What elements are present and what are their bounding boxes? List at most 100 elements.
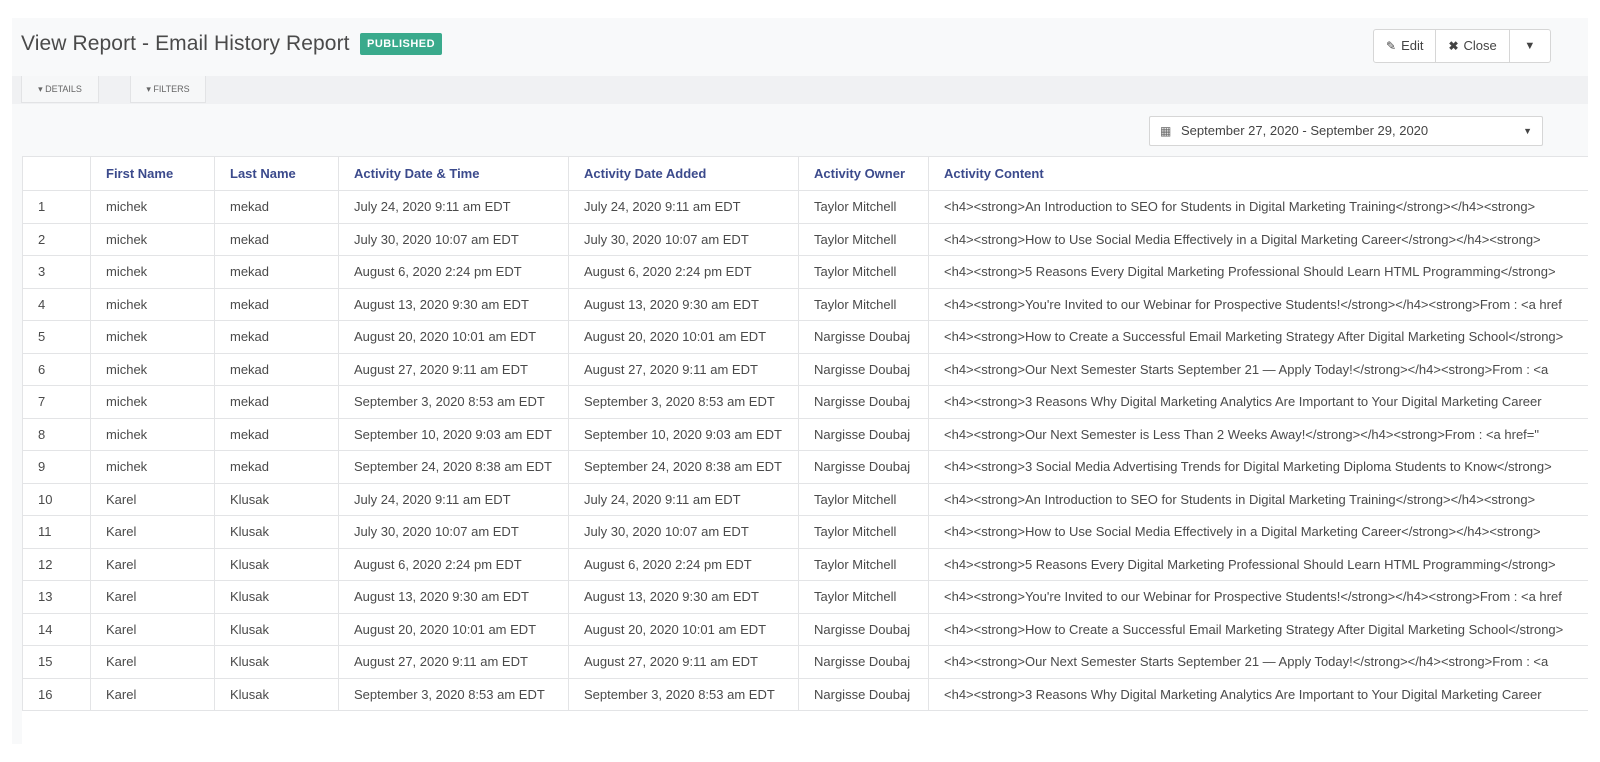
cell-activity-owner: Nargisse Doubaj: [798, 450, 929, 484]
report-panel: View Report - Email History Report PUBLI…: [12, 18, 1588, 744]
cell-last-name: mekad: [214, 320, 339, 354]
cell-activity-content: <h4><strong>Our Next Semester Starts Sep…: [928, 352, 1588, 386]
cell-activity-owner: Taylor Mitchell: [798, 482, 929, 516]
cell-activity-date-added: September 24, 2020 8:38 am EDT: [568, 450, 799, 484]
cell-activity-owner: Taylor Mitchell: [798, 222, 929, 256]
table-row[interactable]: 12 Karel Klusak August 6, 2020 2:24 pm EDT A…: [22, 547, 1588, 581]
cell-last-name: Klusak: [214, 515, 339, 549]
column-header-activity-owner[interactable]: Activity Owner: [798, 156, 929, 191]
column-header-activity-date-time[interactable]: Activity Date & Time: [338, 156, 569, 191]
table-row[interactable]: 1 michek mekad July 24, 2020 9:11 am EDT Jul…: [22, 190, 1588, 224]
cell-activity-content: <h4><strong>An Introduction to SEO for S…: [928, 190, 1588, 224]
cell-activity-date-added: July 24, 2020 9:11 am EDT: [568, 190, 799, 224]
cell-activity-content: <h4><strong>5 Reasons Every Digital Mark…: [928, 547, 1588, 581]
cell-row-number: 7: [22, 385, 91, 419]
cell-activity-owner: Taylor Mitchell: [798, 287, 929, 321]
cell-row-number: 5: [22, 320, 91, 354]
cell-first-name: Karel: [90, 580, 215, 614]
cell-activity-owner: Nargisse Doubaj: [798, 352, 929, 386]
cell-activity-date-added: July 30, 2020 10:07 am EDT: [568, 222, 799, 256]
table-row[interactable]: 15 Karel Klusak August 27, 2020 9:11 am EDT…: [22, 645, 1588, 679]
cell-row-number: 4: [22, 287, 91, 321]
cell-activity-date-time: September 24, 2020 8:38 am EDT: [338, 450, 569, 484]
column-header-activity-date-added[interactable]: Activity Date Added: [568, 156, 799, 191]
cell-first-name: michek: [90, 417, 215, 451]
tab-filters[interactable]: ▾ FILTERS: [130, 76, 206, 103]
cell-last-name: Klusak: [214, 645, 339, 679]
report-content: ▦ September 27, 2020 - September 29, 202…: [12, 104, 1588, 744]
close-button[interactable]: ✖ Close: [1436, 30, 1510, 62]
cell-first-name: Karel: [90, 612, 215, 646]
cell-activity-date-added: August 20, 2020 10:01 am EDT: [568, 612, 799, 646]
column-header-last-name[interactable]: Last Name: [214, 156, 339, 191]
cell-activity-date-added: July 24, 2020 9:11 am EDT: [568, 482, 799, 516]
column-header-activity-content[interactable]: Activity Content: [928, 156, 1588, 191]
table-row[interactable]: 10 Karel Klusak July 24, 2020 9:11 am EDT Ju…: [22, 482, 1588, 516]
cell-last-name: mekad: [214, 417, 339, 451]
edit-button-label: Edit: [1401, 38, 1424, 53]
column-header-row-number: [22, 156, 91, 191]
close-icon: ✖: [1448, 39, 1459, 53]
table-row[interactable]: 13 Karel Klusak August 13, 2020 9:30 am EDT…: [22, 580, 1588, 614]
calendar-icon: ▦: [1160, 124, 1172, 138]
table-row[interactable]: 4 michek mekad August 13, 2020 9:30 am EDT A…: [22, 287, 1588, 321]
cell-activity-date-time: September 10, 2020 9:03 am EDT: [338, 417, 569, 451]
table-row[interactable]: 3 michek mekad August 6, 2020 2:24 pm EDT Au…: [22, 255, 1588, 289]
date-range-picker[interactable]: ▦ September 27, 2020 - September 29, 202…: [1149, 116, 1543, 146]
cell-last-name: Klusak: [214, 482, 339, 516]
cell-first-name: michek: [90, 352, 215, 386]
cell-activity-date-time: August 13, 2020 9:30 am EDT: [338, 287, 569, 321]
table-row[interactable]: 5 michek mekad August 20, 2020 10:01 am EDT…: [22, 320, 1588, 354]
column-header-first-name[interactable]: First Name: [90, 156, 215, 191]
cell-activity-content: <h4><strong>5 Reasons Every Digital Mark…: [928, 255, 1588, 289]
cell-activity-owner: Taylor Mitchell: [798, 190, 929, 224]
cell-row-number: 3: [22, 255, 91, 289]
cell-activity-date-added: August 27, 2020 9:11 am EDT: [568, 645, 799, 679]
cell-activity-owner: Nargisse Doubaj: [798, 677, 929, 711]
cell-activity-content: <h4><strong>How to Use Social Media Effe…: [928, 222, 1588, 256]
cell-activity-content: <h4><strong>An Introduction to SEO for S…: [928, 482, 1588, 516]
table-body: 1 michek mekad July 24, 2020 9:11 am EDT Jul…: [22, 190, 1588, 711]
table-row[interactable]: 11 Karel Klusak July 30, 2020 10:07 am EDT J…: [22, 515, 1588, 549]
cell-activity-date-added: August 13, 2020 9:30 am EDT: [568, 287, 799, 321]
cell-activity-date-time: July 30, 2020 10:07 am EDT: [338, 222, 569, 256]
cell-activity-content: <h4><strong>How to Create a Successful E…: [928, 612, 1588, 646]
edit-icon: ✎: [1386, 39, 1397, 53]
cell-first-name: Karel: [90, 677, 215, 711]
cell-last-name: Klusak: [214, 580, 339, 614]
report-table-container: First Name Last Name Activity Date & Time A…: [22, 156, 1588, 744]
cell-activity-date-time: July 24, 2020 9:11 am EDT: [338, 482, 569, 516]
cell-row-number: 10: [22, 482, 91, 516]
cell-first-name: Karel: [90, 482, 215, 516]
table-row[interactable]: 14 Karel Klusak August 20, 2020 10:01 am ED…: [22, 612, 1588, 646]
cell-activity-date-time: August 27, 2020 9:11 am EDT: [338, 645, 569, 679]
cell-activity-date-time: August 6, 2020 2:24 pm EDT: [338, 255, 569, 289]
more-actions-button[interactable]: ▼: [1510, 30, 1550, 62]
cell-activity-owner: Nargisse Doubaj: [798, 612, 929, 646]
cell-first-name: michek: [90, 222, 215, 256]
table-row[interactable]: 2 michek mekad July 30, 2020 10:07 am EDT Ju…: [22, 222, 1588, 256]
cell-last-name: mekad: [214, 222, 339, 256]
cell-activity-date-time: September 3, 2020 8:53 am EDT: [338, 677, 569, 711]
cell-activity-date-added: August 27, 2020 9:11 am EDT: [568, 352, 799, 386]
cell-activity-content: <h4><strong>You're Invited to our Webina…: [928, 287, 1588, 321]
table-row[interactable]: 7 michek mekad September 3, 2020 8:53 am ED…: [22, 385, 1588, 419]
cell-activity-date-added: September 3, 2020 8:53 am EDT: [568, 677, 799, 711]
table-row[interactable]: 6 michek mekad August 27, 2020 9:11 am EDT A…: [22, 352, 1588, 386]
cell-row-number: 13: [22, 580, 91, 614]
tab-details[interactable]: ▾ DETAILS: [21, 76, 99, 103]
cell-activity-content: <h4><strong>Our Next Semester is Less Th…: [928, 417, 1588, 451]
edit-button[interactable]: ✎ Edit: [1374, 30, 1437, 62]
cell-activity-date-time: August 27, 2020 9:11 am EDT: [338, 352, 569, 386]
cell-activity-date-added: August 13, 2020 9:30 am EDT: [568, 580, 799, 614]
status-badge: PUBLISHED: [360, 33, 443, 55]
cell-activity-date-time: September 3, 2020 8:53 am EDT: [338, 385, 569, 419]
table-row[interactable]: 9 michek mekad September 24, 2020 8:38 am E…: [22, 450, 1588, 484]
cell-row-number: 14: [22, 612, 91, 646]
table-row[interactable]: 16 Karel Klusak September 3, 2020 8:53 am E…: [22, 677, 1588, 711]
cell-activity-date-time: August 20, 2020 10:01 am EDT: [338, 612, 569, 646]
cell-first-name: Karel: [90, 645, 215, 679]
cell-row-number: 1: [22, 190, 91, 224]
table-row[interactable]: 8 michek mekad September 10, 2020 9:03 am E…: [22, 417, 1588, 451]
cell-first-name: michek: [90, 450, 215, 484]
